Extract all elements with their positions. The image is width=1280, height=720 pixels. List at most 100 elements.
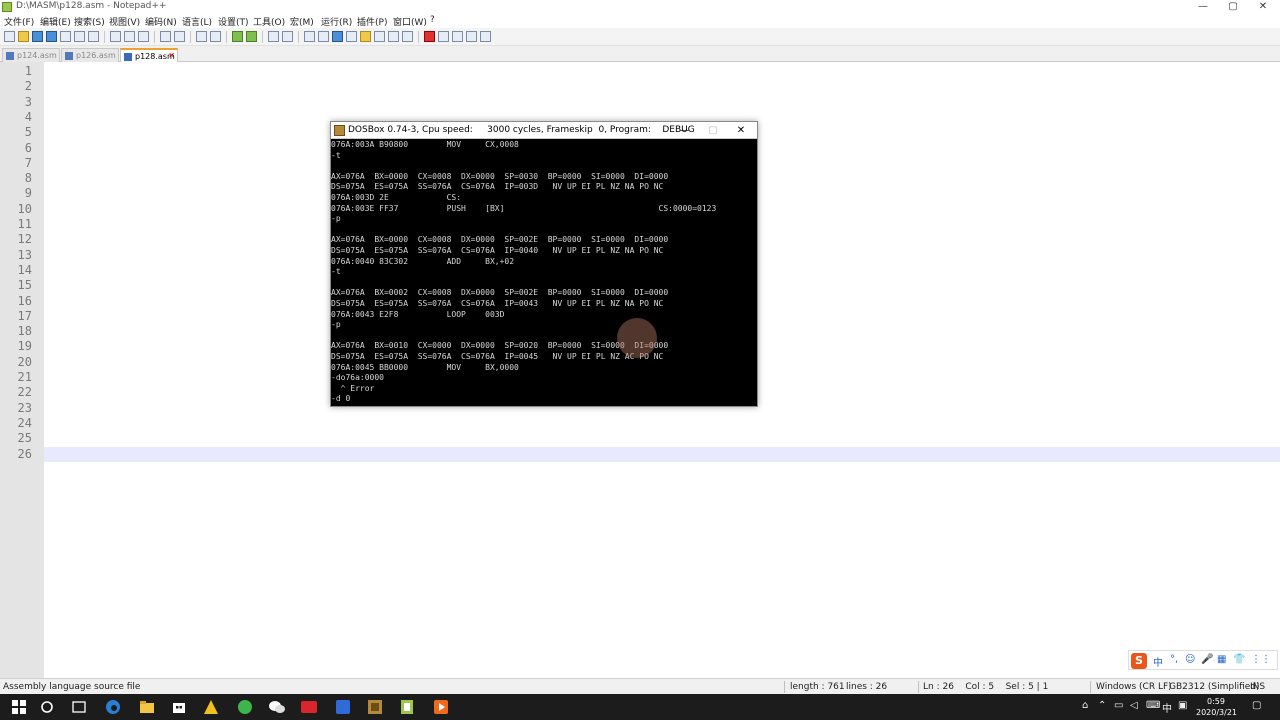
dosbox-console[interactable]: 076A:003A B90800 MOV CX,0008 -t AX=076A … (331, 140, 757, 406)
sync-horizontal-icon[interactable] (282, 31, 293, 42)
save-macro-icon[interactable] (480, 31, 491, 42)
zoom-in-icon[interactable] (232, 31, 243, 42)
ime-skin-icon[interactable]: 👕 (1233, 654, 1245, 665)
dosbox-window[interactable]: DOSBox 0.74-3, Cpu speed: 3000 cycles, F… (330, 121, 758, 407)
toolbar-separator (190, 31, 191, 43)
redo-icon[interactable] (174, 31, 185, 42)
copy-icon[interactable] (124, 31, 135, 42)
task-view-icon[interactable] (70, 698, 88, 716)
dosbox-title-bar[interactable]: DOSBox 0.74-3, Cpu speed: 3000 cycles, F… (331, 122, 757, 139)
toolbar-separator (154, 31, 155, 43)
ime-emoji-icon[interactable]: ☺ (1185, 654, 1195, 665)
minimize-button[interactable]: — (1188, 0, 1218, 14)
menu-run[interactable]: 运行(R) (321, 15, 352, 28)
tab-p124[interactable]: p124.asm (2, 48, 60, 62)
tray-people-icon[interactable]: ⌂ (1082, 700, 1088, 711)
ime-menu-icon[interactable]: ⋮⋮ (1251, 654, 1271, 665)
notepadpp-taskbar-icon[interactable] (398, 698, 416, 716)
print-icon[interactable] (88, 31, 99, 42)
ime-keyboard-icon[interactable]: ▦ (1217, 654, 1226, 665)
menu-search[interactable]: 搜索(S) (74, 15, 105, 28)
line-number: 1 (24, 64, 32, 78)
replace-icon[interactable] (210, 31, 221, 42)
indent-guide-icon[interactable] (332, 31, 343, 42)
dosbox-minimize-button[interactable]: — (673, 123, 697, 138)
sogou-ime-icon[interactable]: S (1131, 653, 1147, 669)
close-button[interactable]: ✕ (1248, 0, 1278, 14)
tray-network-icon[interactable]: ▭ (1114, 700, 1123, 711)
menu-macro[interactable]: 宏(M) (290, 15, 314, 28)
dosbox-taskbar-icon[interactable] (366, 698, 384, 716)
show-all-chars-icon[interactable] (318, 31, 329, 42)
search-icon[interactable] (38, 698, 56, 716)
taskbar-clock[interactable]: 0:59 2020/3/21 (1196, 696, 1237, 718)
ime-toolbar[interactable]: S 中 °, ☺ 🎤 ▦ 👕 ⋮⋮ (1128, 650, 1278, 670)
paste-icon[interactable] (138, 31, 149, 42)
edge-icon[interactable] (104, 698, 122, 716)
monitoring-icon[interactable] (402, 31, 413, 42)
menu-edit[interactable]: 编辑(E) (40, 15, 71, 28)
console-line: -p (331, 320, 341, 330)
menu-help[interactable]: ? (430, 15, 435, 25)
line-number: 21 (17, 370, 32, 384)
menu-view[interactable]: 视图(V) (109, 15, 140, 28)
tab-p126[interactable]: p126.asm (61, 48, 119, 62)
wps-icon[interactable] (334, 698, 352, 716)
file-explorer-icon[interactable] (138, 698, 156, 716)
tray-language-indicator[interactable]: 中 (1162, 700, 1172, 715)
line-number: 7 (24, 155, 32, 170)
find-icon[interactable] (196, 31, 207, 42)
wechat-icon[interactable] (268, 698, 286, 716)
menu-language[interactable]: 语言(L) (182, 15, 212, 28)
function-list-icon[interactable] (374, 31, 385, 42)
folder-workspace-icon[interactable] (388, 31, 399, 42)
cut-icon[interactable] (110, 31, 121, 42)
toolbar-separator (418, 31, 419, 43)
windows-start-icon[interactable] (10, 698, 28, 716)
media-player-icon[interactable] (432, 698, 450, 716)
open-file-icon[interactable] (18, 31, 29, 42)
ime-chinese-mode[interactable]: 中 (1153, 654, 1163, 669)
menu-encoding[interactable]: 编码(N) (145, 15, 177, 28)
close-file-icon[interactable] (60, 31, 71, 42)
menu-plugins[interactable]: 插件(P) (357, 15, 387, 28)
tray-ime-icon[interactable]: ⌨ (1146, 700, 1160, 711)
run-macro-multiple-icon[interactable] (466, 31, 477, 42)
360-browser-icon[interactable] (236, 698, 254, 716)
zoom-out-icon[interactable] (246, 31, 257, 42)
menu-settings[interactable]: 设置(T) (218, 15, 249, 28)
play-macro-icon[interactable] (452, 31, 463, 42)
notepadpp-icon (2, 2, 12, 12)
ime-punctuation-icon[interactable]: °, (1170, 654, 1178, 665)
zhihu-icon[interactable] (300, 698, 318, 716)
console-line: AX=076A BX=0000 CX=0008 DX=0000 SP=002E … (331, 235, 669, 245)
undo-icon[interactable] (160, 31, 171, 42)
close-tab-icon[interactable]: ✕ (168, 51, 175, 60)
tray-volume-icon[interactable]: ◁ (1130, 700, 1138, 711)
maximize-button[interactable]: ▢ (1218, 0, 1248, 14)
store-icon[interactable] (170, 698, 188, 716)
ime-voice-icon[interactable]: 🎤 (1201, 654, 1213, 665)
tray-show-hidden-icon[interactable]: ⌃ (1098, 700, 1106, 711)
new-file-icon[interactable] (4, 31, 15, 42)
menu-tools[interactable]: 工具(O) (253, 15, 285, 28)
word-wrap-icon[interactable] (304, 31, 315, 42)
notification-center-icon[interactable]: ▢ (1252, 700, 1261, 711)
tray-input-switch-icon[interactable]: ▣ (1178, 700, 1187, 711)
save-icon[interactable] (32, 31, 43, 42)
menu-file[interactable]: 文件(F) (4, 15, 34, 28)
dosbox-close-button[interactable]: ✕ (729, 123, 753, 138)
dosbox-maximize-button[interactable]: ▢ (701, 123, 725, 138)
user-language-icon[interactable] (346, 31, 357, 42)
window-title: D:\MASM\p128.asm - Notepad++ (16, 1, 167, 11)
record-macro-icon[interactable] (424, 31, 435, 42)
line-number: 19 (17, 339, 32, 354)
menu-window[interactable]: 窗口(W) (393, 15, 427, 28)
stop-macro-icon[interactable] (438, 31, 449, 42)
tab-p128[interactable]: p128.asm ✕ (120, 48, 178, 62)
document-map-icon[interactable] (360, 31, 371, 42)
app-a-icon[interactable] (202, 698, 220, 716)
sync-vertical-icon[interactable] (268, 31, 279, 42)
close-all-icon[interactable] (74, 31, 85, 42)
save-all-icon[interactable] (46, 31, 57, 42)
